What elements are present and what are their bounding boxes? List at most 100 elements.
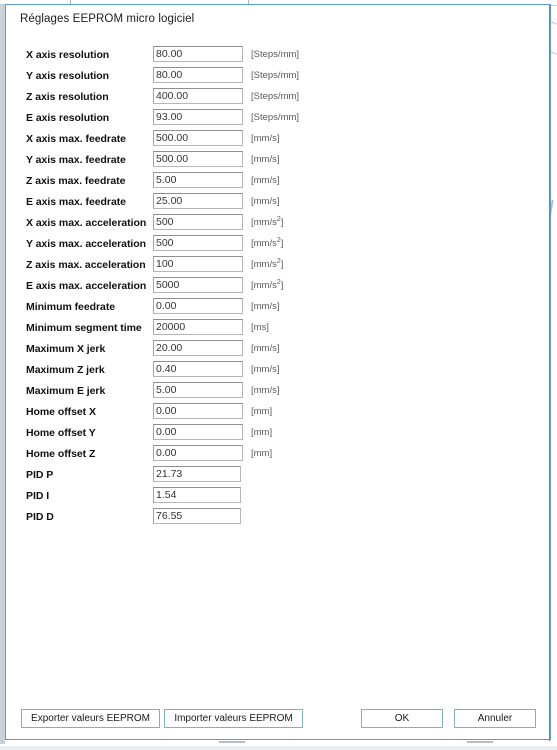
unit-base: [mm/s [251, 217, 277, 228]
field-input[interactable] [153, 109, 243, 125]
field-input[interactable] [153, 298, 243, 314]
unit-bracket-close: ] [280, 217, 284, 228]
dialog-title: Réglages EEPROM micro logiciel [20, 13, 195, 25]
field-unit-label: [mm/s] [251, 385, 280, 396]
form-row: Maximum X jerk [mm/s] [6, 340, 552, 361]
field-label: Minimum segment time [26, 322, 142, 334]
field-unit-label: [mm] [251, 427, 273, 438]
field-input[interactable] [153, 277, 243, 293]
field-input[interactable] [153, 466, 241, 482]
cancel-button[interactable]: Annuler [454, 709, 536, 728]
form-row: Minimum segment time [ms] [6, 319, 552, 340]
form-row: Home offset X [mm] [6, 403, 552, 424]
field-label: E axis max. feedrate [26, 196, 126, 208]
unit-bracket-close: ] [280, 238, 284, 249]
form-row: X axis resolution [Steps/mm] [6, 46, 552, 67]
field-label: PID P [26, 469, 54, 481]
field-unit-label: [mm] [251, 448, 273, 459]
field-input[interactable] [153, 508, 241, 524]
form-row: Maximum Z jerk [mm/s] [6, 361, 552, 382]
field-unit-label: [mm/s2] [251, 216, 284, 228]
form-row: Y axis max. acceleration [mm/s2] [6, 235, 552, 256]
form-row: Z axis max. feedrate [mm/s] [6, 172, 552, 193]
field-unit-label: [ms] [251, 322, 269, 333]
field-input[interactable] [153, 151, 243, 167]
form-row: Z axis resolution [Steps/mm] [6, 88, 552, 109]
field-label: Z axis max. acceleration [26, 259, 146, 271]
field-unit-label: [mm] [251, 406, 273, 417]
field-label: PID I [26, 490, 50, 502]
form-row: Maximum E jerk [mm/s] [6, 382, 552, 403]
field-input[interactable] [153, 361, 243, 377]
field-label: Home offset Y [26, 427, 96, 439]
background-taskbar-item-two [467, 741, 493, 743]
field-input[interactable] [153, 46, 243, 62]
field-input[interactable] [153, 424, 243, 440]
field-input[interactable] [153, 487, 241, 503]
field-input[interactable] [153, 445, 243, 461]
form-row: Minimum feedrate [mm/s] [6, 298, 552, 319]
field-label: PID D [26, 511, 54, 523]
unit-bracket-close: ] [280, 280, 284, 291]
form-row: Y axis resolution [Steps/mm] [6, 67, 552, 88]
field-input[interactable] [153, 172, 243, 188]
field-label: Z axis max. feedrate [26, 175, 126, 187]
field-unit-label: [mm/s] [251, 196, 280, 207]
field-input[interactable] [153, 67, 243, 83]
field-input[interactable] [153, 130, 243, 146]
field-unit-label: [mm/s2] [251, 258, 284, 270]
field-label: Y axis resolution [26, 70, 109, 82]
form-row: PID D [6, 508, 552, 529]
field-input[interactable] [153, 88, 243, 104]
field-unit-label: [mm/s] [251, 343, 280, 354]
import-eeprom-button[interactable]: Importer valeurs EEPROM [164, 709, 303, 728]
form-row: Home offset Y [mm] [6, 424, 552, 445]
field-label: Maximum X jerk [26, 343, 106, 355]
field-label: Maximum E jerk [26, 385, 106, 397]
field-label: E axis max. acceleration [26, 280, 147, 292]
field-unit-label: [Steps/mm] [251, 91, 300, 102]
unit-base: [mm/s [251, 280, 277, 291]
field-unit-label: [mm/s] [251, 301, 280, 312]
unit-base: [mm/s [251, 238, 277, 249]
eeprom-settings-dialog: Réglages EEPROM micro logiciel X axis re… [5, 4, 552, 741]
field-input[interactable] [153, 214, 243, 230]
field-label: Minimum feedrate [26, 301, 116, 313]
field-label: Home offset X [26, 406, 96, 418]
field-unit-label: [mm/s] [251, 175, 280, 186]
ok-button[interactable]: OK [361, 709, 443, 728]
field-input[interactable] [153, 403, 243, 419]
form-row: Home offset Z [mm] [6, 445, 552, 466]
field-input[interactable] [153, 340, 243, 356]
export-eeprom-button[interactable]: Exporter valeurs EEPROM [21, 709, 160, 728]
form-row: X axis max. acceleration [mm/s2] [6, 214, 552, 235]
form-row: PID I [6, 487, 552, 508]
field-input[interactable] [153, 319, 243, 335]
field-unit-label: [mm/s2] [251, 279, 284, 291]
field-label: Z axis resolution [26, 91, 109, 103]
form-row: E axis resolution [Steps/mm] [6, 109, 552, 130]
field-unit-label: [Steps/mm] [251, 49, 300, 60]
field-unit-label: [mm/s] [251, 154, 280, 165]
form-row: Y axis max. feedrate [mm/s] [6, 151, 552, 172]
field-label: Y axis max. feedrate [26, 154, 126, 166]
field-label: E axis resolution [26, 112, 110, 124]
field-label: X axis max. acceleration [26, 217, 147, 229]
field-unit-label: [Steps/mm] [251, 112, 300, 123]
field-input[interactable] [153, 193, 243, 209]
field-label: X axis resolution [26, 49, 110, 61]
dialog-button-bar: Exporter valeurs EEPROM Importer valeurs… [6, 705, 552, 741]
background-bottom-strip [0, 746, 557, 750]
field-input[interactable] [153, 382, 243, 398]
field-unit-label: [mm/s] [251, 133, 280, 144]
eeprom-settings-form: X axis resolution[Steps/mm]Y axis resolu… [6, 46, 552, 529]
field-label: X axis max. feedrate [26, 133, 126, 145]
field-unit-label: [Steps/mm] [251, 70, 300, 81]
field-input[interactable] [153, 256, 243, 272]
field-unit-label: [mm/s] [251, 364, 280, 375]
field-label: Maximum Z jerk [26, 364, 105, 376]
unit-bracket-close: ] [280, 259, 284, 270]
field-input[interactable] [153, 235, 243, 251]
form-row: X axis max. feedrate [mm/s] [6, 130, 552, 151]
form-row: Z axis max. acceleration [mm/s2] [6, 256, 552, 277]
